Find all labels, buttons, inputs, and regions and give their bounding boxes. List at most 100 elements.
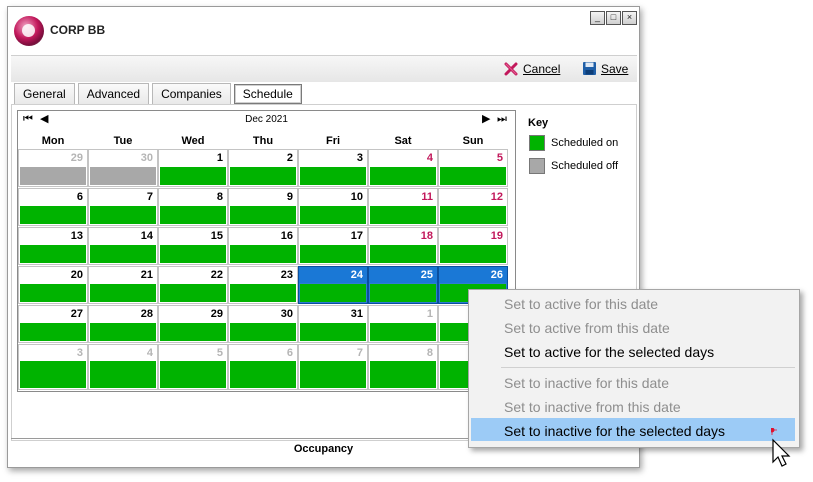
- weekday-header: Fri: [325, 135, 341, 147]
- scheduled-on-bar: [370, 167, 436, 185]
- calendar-day[interactable]: 18: [368, 227, 438, 265]
- scheduled-on-bar: [20, 284, 86, 302]
- calendar-day[interactable]: 7: [298, 344, 368, 390]
- calendar-day[interactable]: 5: [158, 344, 228, 390]
- calendar-day[interactable]: 1: [158, 149, 228, 187]
- weekday-header: Mon: [41, 135, 65, 147]
- day-number: 16: [280, 230, 293, 242]
- scheduled-on-bar: [20, 206, 86, 224]
- key-item-scheduled-off: Scheduled off: [529, 158, 618, 174]
- maximize-button[interactable]: □: [606, 11, 621, 25]
- calendar-day[interactable]: 2: [228, 149, 298, 187]
- day-number: 28: [140, 308, 153, 320]
- close-button[interactable]: ×: [622, 11, 637, 25]
- calendar-day[interactable]: 29: [158, 305, 228, 343]
- tab-companies[interactable]: Companies: [152, 83, 231, 104]
- tab-general[interactable]: General: [14, 83, 75, 104]
- context-menu: Set to active for this date Set to activ…: [468, 289, 800, 448]
- scheduled-on-bar: [370, 323, 436, 341]
- day-number: 29: [210, 308, 223, 320]
- day-number: 30: [140, 152, 153, 164]
- calendar-day[interactable]: 24: [298, 266, 368, 304]
- calendar-day[interactable]: 30: [228, 305, 298, 343]
- calendar-day[interactable]: 25: [368, 266, 438, 304]
- menu-item-active-from-date[interactable]: Set to active from this date: [504, 320, 670, 336]
- calendar-day[interactable]: 23: [228, 266, 298, 304]
- calendar-day[interactable]: 17: [298, 227, 368, 265]
- calendar-day[interactable]: 29: [18, 149, 88, 187]
- tab-advanced[interactable]: Advanced: [77, 83, 150, 104]
- minimize-button[interactable]: _: [590, 11, 605, 25]
- calendar-day[interactable]: 3: [18, 344, 88, 390]
- calendar-day[interactable]: 7: [88, 188, 158, 226]
- save-button[interactable]: Save: [582, 61, 628, 76]
- day-number: 1: [216, 152, 223, 164]
- menu-item-active-selected-days[interactable]: Set to active for the selected days: [504, 344, 714, 360]
- calendar-day[interactable]: 20: [18, 266, 88, 304]
- day-number: 27: [70, 308, 83, 320]
- calendar-day[interactable]: 10: [298, 188, 368, 226]
- calendar-day[interactable]: 22: [158, 266, 228, 304]
- next-month-icon[interactable]: ▶: [482, 113, 490, 125]
- calendar-day[interactable]: 4: [88, 344, 158, 390]
- calendar-day[interactable]: 27: [18, 305, 88, 343]
- scheduled-off-bar: [20, 167, 86, 185]
- scheduled-on-bar: [90, 323, 156, 341]
- calendar-day[interactable]: 14: [88, 227, 158, 265]
- key-title: Key: [528, 117, 549, 129]
- scheduled-on-bar: [90, 206, 156, 224]
- cancel-button[interactable]: Cancel: [503, 61, 560, 77]
- scheduled-on-swatch: [529, 135, 545, 151]
- menu-item-active-this-date[interactable]: Set to active for this date: [504, 296, 658, 312]
- calendar-day[interactable]: 11: [368, 188, 438, 226]
- scheduled-on-bar: [369, 283, 437, 303]
- calendar-day[interactable]: 15: [158, 227, 228, 265]
- title-bar: CORP BB _ □ ×: [8, 7, 639, 55]
- day-number: 21: [140, 269, 153, 281]
- scheduled-on-bar: [300, 323, 366, 341]
- scheduled-on-bar: [20, 323, 86, 341]
- weekday-header: Sun: [462, 135, 484, 147]
- calendar-day[interactable]: 13: [18, 227, 88, 265]
- scheduled-on-bar: [230, 245, 296, 263]
- calendar-day[interactable]: 21: [88, 266, 158, 304]
- weekday-header: Thu: [252, 135, 274, 147]
- day-number: 6: [76, 191, 83, 203]
- calendar-day[interactable]: 1: [368, 305, 438, 343]
- calendar-day[interactable]: 6: [228, 344, 298, 390]
- scheduled-on-bar: [230, 284, 296, 302]
- calendar-day[interactable]: 5: [438, 149, 508, 187]
- calendar-day[interactable]: 8: [158, 188, 228, 226]
- save-label: Save: [601, 61, 629, 76]
- calendar-day[interactable]: 16: [228, 227, 298, 265]
- menu-item-inactive-selected-days[interactable]: Set to inactive for the selected days: [504, 423, 725, 439]
- menu-item-inactive-from-date[interactable]: Set to inactive from this date: [504, 399, 681, 415]
- menu-item-inactive-this-date[interactable]: Set to inactive for this date: [504, 375, 669, 391]
- day-number: 19: [490, 230, 503, 242]
- scheduled-on-bar: [20, 245, 86, 263]
- calendar-day[interactable]: 9: [228, 188, 298, 226]
- last-month-icon[interactable]: ⏭: [497, 113, 507, 125]
- key-label: Scheduled on: [551, 137, 619, 149]
- calendar-day[interactable]: 12: [438, 188, 508, 226]
- toolbar: Cancel Save: [11, 55, 637, 82]
- calendar-day[interactable]: 28: [88, 305, 158, 343]
- day-number: 6: [286, 347, 293, 359]
- tab-schedule[interactable]: Schedule: [233, 84, 302, 104]
- scheduled-on-bar: [230, 361, 296, 388]
- mouse-cursor-icon: [771, 428, 791, 467]
- day-number: 17: [350, 230, 363, 242]
- key-label: Scheduled off: [551, 160, 619, 172]
- calendar-day[interactable]: 8: [368, 344, 438, 390]
- day-number: 23: [280, 269, 293, 281]
- floppy-disk-icon: [583, 62, 596, 75]
- calendar-day[interactable]: 19: [438, 227, 508, 265]
- scheduled-on-bar: [90, 284, 156, 302]
- calendar-day[interactable]: 6: [18, 188, 88, 226]
- calendar-day[interactable]: 4: [368, 149, 438, 187]
- day-number: 4: [146, 347, 153, 359]
- calendar-day[interactable]: 30: [88, 149, 158, 187]
- day-number: 8: [426, 347, 433, 359]
- calendar-day[interactable]: 3: [298, 149, 368, 187]
- calendar-day[interactable]: 31: [298, 305, 368, 343]
